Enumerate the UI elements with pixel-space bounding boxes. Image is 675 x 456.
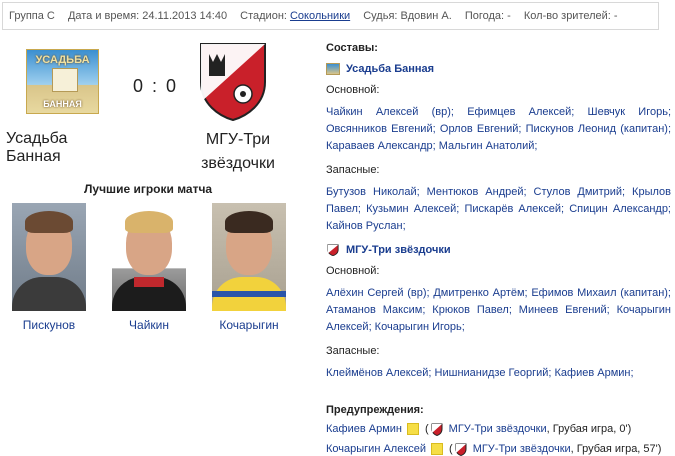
warning-team-link[interactable]: МГУ-Три звёздочки — [473, 442, 571, 456]
bathhouse-icon — [52, 68, 78, 92]
warning-player-link[interactable]: Кочарыгин Алексей — [326, 442, 426, 456]
team1-mini-logo-icon — [326, 63, 340, 75]
warning-detail: , Грубая игра, 0') — [546, 423, 632, 435]
stadium-info: Стадион: Сокольники — [240, 10, 350, 22]
team1-main-label: Основной: — [326, 84, 380, 96]
team2-main-label: Основной: — [326, 265, 380, 277]
player-photo-piskunov[interactable] — [12, 203, 86, 311]
best-player-link-2[interactable]: Чайкин — [104, 318, 194, 332]
group-label: Группа С — [9, 10, 55, 22]
team2-subs-list[interactable]: Клеймёнов Алексей; Нишнианидзе Георгий; … — [326, 365, 671, 382]
warnings-section: Предупреждения: Кафиев Армин ( МГУ-Три з… — [326, 404, 671, 456]
team1-logo-text-bottom: БАННАЯ — [43, 99, 82, 109]
yellow-card-icon — [431, 443, 444, 455]
warning-detail: , Грубая игра, 57') — [570, 443, 662, 455]
open-paren: ( — [424, 423, 429, 435]
team-shield-icon — [455, 443, 467, 456]
team1-logo-text-top: УСАДЬБА — [35, 54, 90, 66]
team1-name: Усадьба Банная — [6, 130, 68, 165]
team2-name: МГУ-Три звёздочки — [201, 131, 275, 172]
warning-player-link[interactable]: Кафиев Армин — [326, 422, 402, 436]
referee-label: Судья: Вдовин А. — [363, 10, 452, 22]
match-score: 0 : 0 — [133, 76, 179, 96]
warnings-title: Предупреждения: — [326, 404, 424, 416]
player-photo-kocharygin[interactable] — [212, 203, 286, 311]
team1-lineup-header[interactable]: Усадьба Банная — [326, 63, 671, 75]
yellow-card-icon — [406, 423, 419, 435]
team2-shield-logo[interactable] — [199, 42, 267, 122]
open-paren: ( — [449, 443, 453, 455]
warning-row: Кочарыгин Алексей ( МГУ-Три звёздочки , … — [326, 442, 671, 456]
team1-subs-list[interactable]: Бутузов Николай; Ментюков Андрей; Стулов… — [326, 184, 671, 235]
team2-lineup-header[interactable]: МГУ-Три звёздочки — [326, 244, 671, 256]
team2-main-list[interactable]: Алёхин Сергей (вр); Дмитренко Артём; Ефи… — [326, 285, 671, 336]
team1-lineup-name[interactable]: Усадьба Банная — [346, 63, 434, 75]
best-player-link-3[interactable]: Кочарыгин — [204, 318, 294, 332]
weather-label: Погода: - — [464, 10, 511, 22]
warning-team-link[interactable]: МГУ-Три звёздочки — [449, 422, 547, 436]
team2-subs-label: Запасные: — [326, 345, 380, 357]
match-info-bar: Группа С Дата и время: 24.11.2013 14:40 … — [2, 2, 659, 30]
best-players-title: Лучшие игроки матча — [84, 182, 213, 196]
warning-row: Кафиев Армин ( МГУ-Три звёздочки , Груба… — [326, 422, 671, 436]
team1-main-list[interactable]: Чайкин Алексей (вр); Ефимцев Алексей; Ше… — [326, 104, 671, 155]
stadium-link[interactable]: Сокольники — [290, 10, 350, 22]
lineups-title: Составы: — [326, 42, 378, 54]
player-photo-chaykin[interactable] — [112, 203, 186, 311]
stadium-prefix: Стадион: — [240, 10, 287, 22]
team1-subs-label: Запасные: — [326, 164, 380, 176]
lineups-panel: Составы: Усадьба Банная Основной: Чайкин… — [326, 42, 671, 456]
team1-logo[interactable]: УСАДЬБА БАННАЯ — [26, 49, 99, 114]
best-player-link-1[interactable]: Пискунов — [4, 318, 94, 332]
datetime-label: Дата и время: 24.11.2013 14:40 — [67, 10, 228, 22]
team2-lineup-name[interactable]: МГУ-Три звёздочки — [346, 244, 451, 256]
spectators-label: Кол-во зрителей: - — [523, 10, 618, 22]
team2-mini-shield-icon — [327, 244, 339, 256]
team-shield-icon — [431, 423, 443, 436]
